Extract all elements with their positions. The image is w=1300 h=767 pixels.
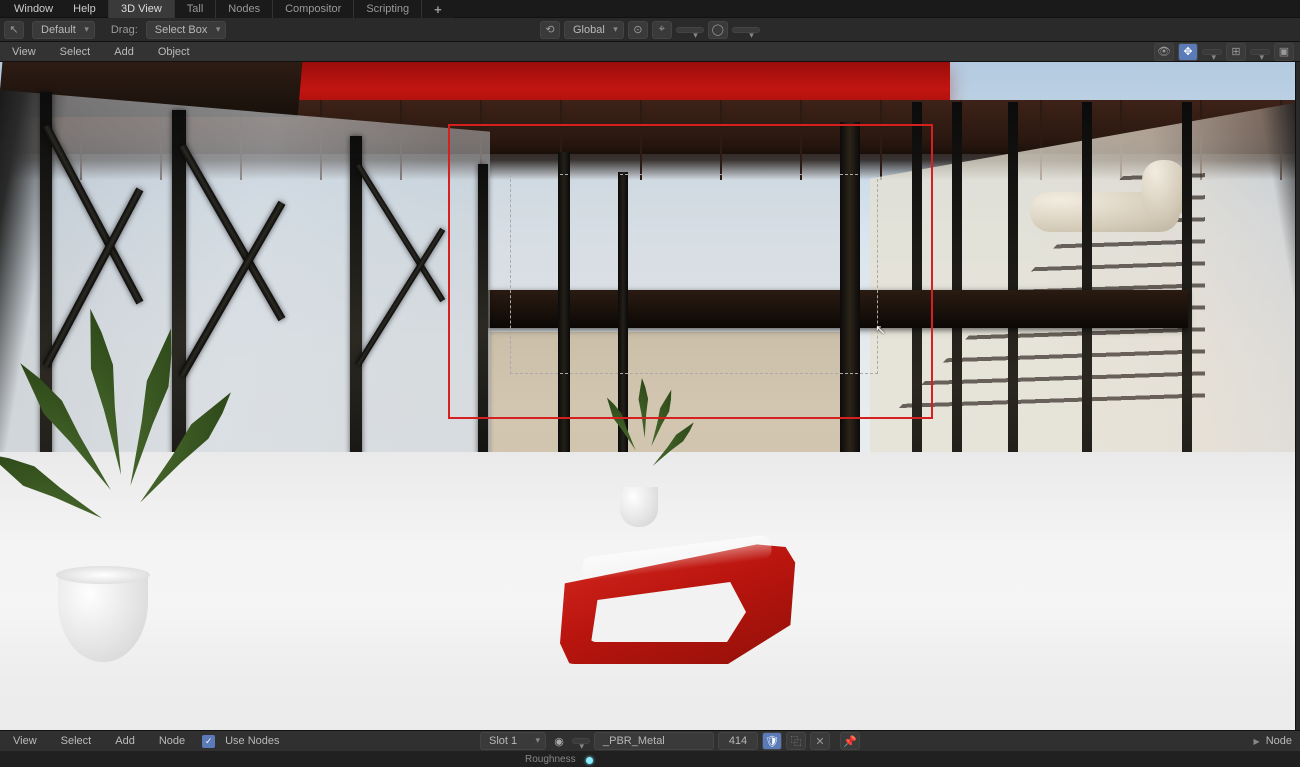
right-area-splitter[interactable] (1295, 62, 1300, 730)
material-slot-controls: Slot 1 ◉ _PBR_Metal 414 🛡 ⿻ ✕ 📌 (480, 732, 860, 750)
object-menu[interactable]: Object (150, 46, 198, 58)
node-editor-header: View Select Add Node ✓ Use Nodes Slot 1 … (0, 730, 1300, 751)
material-link-dropdown[interactable] (572, 738, 590, 744)
proportional-mode-dropdown[interactable] (732, 27, 760, 33)
cursor-tool-icon[interactable]: ↖ (4, 21, 24, 39)
viewport-header: View Select Add Object 👁 ✥ ⊞ ▣ (0, 42, 1300, 62)
view-menu[interactable]: View (4, 46, 44, 58)
node-editor-canvas-strip[interactable]: Roughness (0, 751, 1300, 767)
main-menu-bar: Window Help 3D View Tall Nodes Composito… (0, 0, 1300, 18)
tab-scripting[interactable]: Scripting (353, 0, 421, 18)
3d-viewport[interactable]: ↖ (0, 62, 1300, 732)
material-browse-icon[interactable]: ◉ (550, 732, 568, 750)
node-add-menu[interactable]: Add (108, 735, 142, 747)
menu-help[interactable]: Help (63, 3, 106, 15)
duct-pipe (1030, 192, 1180, 232)
roughness-socket-icon[interactable] (586, 757, 593, 764)
tab-add-workspace[interactable]: + (421, 0, 454, 18)
workspace-tabs: 3D View Tall Nodes Compositor Scripting … (108, 0, 454, 18)
node-panel-label[interactable]: Node (1266, 735, 1292, 747)
overlay-toggle-icon[interactable]: ⊞ (1226, 43, 1246, 61)
chevron-right-icon: ▶ (1254, 737, 1260, 746)
node-node-menu[interactable]: Node (152, 735, 192, 747)
transform-orientation-tools: ⟲ Global ⊙ ⌖ ◯ (540, 21, 760, 39)
drag-mode-dropdown[interactable]: Select Box (146, 21, 227, 39)
mouse-cursor-icon: ↖ (875, 322, 886, 338)
gizmo-dropdown[interactable] (1202, 49, 1222, 55)
tab-3d-view[interactable]: 3D View (108, 0, 174, 18)
select-menu[interactable]: Select (52, 46, 99, 58)
use-nodes-label: Use Nodes (225, 735, 279, 747)
unlink-material-icon[interactable]: ✕ (810, 732, 830, 750)
menu-window[interactable]: Window (4, 3, 63, 15)
proportional-edit-icon[interactable]: ◯ (708, 21, 728, 39)
drag-label: Drag: (111, 24, 138, 36)
gizmo-toggle-icon[interactable]: ✥ (1178, 43, 1198, 61)
node-select-menu[interactable]: Select (54, 735, 99, 747)
roughness-node-label: Roughness (525, 754, 576, 765)
xray-toggle-icon[interactable]: ▣ (1274, 43, 1294, 61)
planter-small (620, 487, 658, 527)
snap-mode-dropdown[interactable] (676, 27, 704, 33)
tab-compositor[interactable]: Compositor (272, 0, 353, 18)
slot-dropdown[interactable]: Slot 1 (480, 732, 546, 750)
plant-large (20, 322, 230, 582)
duplicate-material-icon[interactable]: ⿻ (786, 732, 806, 750)
orientation-dropdown[interactable]: Global (564, 21, 624, 39)
viewport-overlay-tools: 👁 ✥ ⊞ ▣ (1154, 43, 1294, 61)
tool-header: ↖ Default Drag: Select Box ⟲ Global ⊙ ⌖ … (0, 18, 1300, 42)
node-panel-toggle: ▶ Node (1254, 735, 1292, 747)
tab-tall[interactable]: Tall (174, 0, 216, 18)
material-users-field[interactable]: 414 (718, 732, 758, 750)
material-name-field[interactable]: _PBR_Metal (594, 732, 714, 750)
snap-toggle-icon[interactable]: ⌖ (652, 21, 672, 39)
selectability-icon[interactable]: 👁 (1154, 43, 1174, 61)
orientation-icon[interactable]: ⟲ (540, 21, 560, 39)
add-menu[interactable]: Add (106, 46, 142, 58)
node-view-menu[interactable]: View (6, 735, 44, 747)
tab-nodes[interactable]: Nodes (215, 0, 272, 18)
interaction-mode-dropdown[interactable]: Default (32, 21, 95, 39)
overlay-dropdown[interactable] (1250, 49, 1270, 55)
pin-material-icon[interactable]: 📌 (840, 732, 860, 750)
fake-user-toggle-icon[interactable]: 🛡 (762, 732, 782, 750)
annotation-red-box (448, 124, 933, 419)
pivot-point-icon[interactable]: ⊙ (628, 21, 648, 39)
red-bench (560, 534, 800, 664)
use-nodes-checkbox[interactable]: ✓ (202, 735, 215, 748)
